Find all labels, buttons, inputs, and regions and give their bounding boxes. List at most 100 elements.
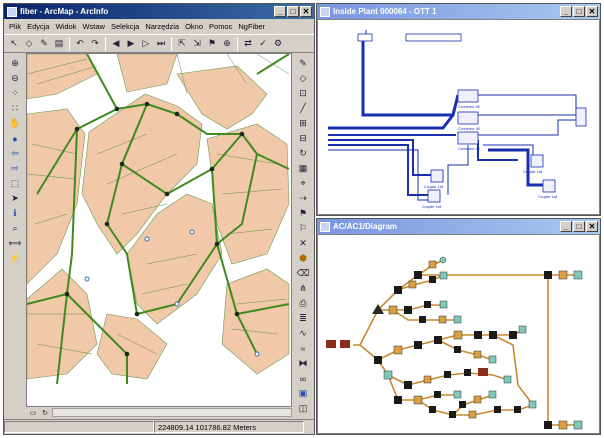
diagram-node: [453, 390, 462, 399]
export-icon[interactable]: ⇱: [175, 37, 189, 51]
diagram-node: [459, 401, 466, 408]
maximize-button[interactable]: □: [573, 221, 585, 232]
diagram-node: [438, 315, 447, 324]
identify-icon[interactable]: ⊕: [220, 37, 234, 51]
pencil-icon[interactable]: ✎: [37, 37, 51, 51]
info-icon[interactable]: ℹ: [8, 207, 22, 220]
network-diagram[interactable]: [318, 235, 600, 434]
schematic-diagram[interactable]: Connector 48 Connector 48 Connector 48 C…: [318, 20, 600, 215]
menu-selection[interactable]: Selekcja: [108, 22, 142, 31]
trace-icon[interactable]: ⇢: [296, 192, 310, 205]
loop-icon[interactable]: ∞: [296, 372, 310, 385]
diagram-node: [414, 341, 422, 349]
network-node: [119, 161, 125, 167]
highlight-icon[interactable]: ▣: [296, 387, 310, 400]
flag-junction-icon[interactable]: ⚑: [296, 207, 310, 220]
snap-icon[interactable]: ⌖: [296, 177, 310, 190]
diagram-edge: [492, 334, 534, 406]
split-icon[interactable]: ⊟: [296, 132, 310, 145]
close-button[interactable]: ✕: [586, 221, 598, 232]
hyperlink-icon[interactable]: ⚡: [8, 252, 22, 265]
select-arrow-icon[interactable]: ↖: [7, 37, 21, 51]
forward-extent-icon[interactable]: ⇨: [8, 162, 22, 175]
minimize-button[interactable]: _: [274, 6, 286, 17]
edit-line-icon[interactable]: ╱: [296, 102, 310, 115]
pan-icon[interactable]: ✋: [8, 117, 22, 130]
refresh-icon[interactable]: ↻: [40, 408, 50, 417]
sketch-icon[interactable]: ◇: [296, 72, 310, 85]
import-icon[interactable]: ⇲: [190, 37, 204, 51]
diagram-node: [439, 300, 448, 309]
menu-file[interactable]: Plik: [6, 22, 24, 31]
maximize-button[interactable]: □: [573, 6, 585, 17]
fixed-zoom-in-icon[interactable]: ⁘: [8, 87, 22, 100]
network-node: [209, 166, 215, 172]
diagram-canvas[interactable]: [317, 234, 600, 434]
rotate-icon[interactable]: ↻: [296, 147, 310, 160]
flag-edge-icon[interactable]: ⚐: [296, 222, 310, 235]
diagram-node: [429, 276, 436, 283]
select-features-icon[interactable]: ⬚: [8, 177, 22, 190]
layer-icon[interactable]: ▤: [52, 37, 66, 51]
horizontal-scrollbar[interactable]: [52, 408, 292, 417]
segment-icon[interactable]: ⊞: [296, 117, 310, 130]
menu-window[interactable]: Okno: [182, 22, 206, 31]
inside-plant-titlebar[interactable]: Inside Plant 000064 - OTT 1 _ □ ✕: [317, 4, 600, 19]
back-icon[interactable]: ◀: [109, 37, 123, 51]
maximize-button[interactable]: □: [287, 6, 299, 17]
editor-icon[interactable]: ✎: [296, 57, 310, 70]
fiber-icon[interactable]: ∿: [296, 327, 310, 340]
access-point: [174, 301, 180, 307]
print-icon[interactable]: ⎙: [296, 297, 310, 310]
menu-edit[interactable]: Edycja: [24, 22, 53, 31]
flag-icon[interactable]: ⚑: [205, 37, 219, 51]
fixed-zoom-out-icon[interactable]: ∷: [8, 102, 22, 115]
splice-icon[interactable]: ⧓: [296, 357, 310, 370]
pointer-icon[interactable]: ➤: [8, 192, 22, 205]
close-button[interactable]: ✕: [586, 6, 598, 17]
network-icon[interactable]: ⋔: [296, 282, 310, 295]
zoom-out-icon[interactable]: ⊖: [8, 72, 22, 85]
next-icon[interactable]: ▷: [139, 37, 153, 51]
diagram-node: [413, 395, 423, 405]
coupler-label: Coupler 1x8: [523, 170, 542, 174]
solve-icon[interactable]: ✓: [256, 37, 270, 51]
diagram-titlebar[interactable]: AC/AC1/Diagram _ □ ✕: [317, 219, 600, 234]
menu-view[interactable]: Widok: [53, 22, 80, 31]
globe-icon[interactable]: ●: [8, 132, 22, 145]
minimize-button[interactable]: _: [560, 6, 572, 17]
forward-icon[interactable]: ▶: [124, 37, 138, 51]
menu-help[interactable]: Pomoc: [206, 22, 235, 31]
menu-ngfiber[interactable]: NgFiber: [235, 22, 268, 31]
measure-icon[interactable]: ⟺: [8, 237, 22, 250]
redo-icon[interactable]: ↷: [88, 37, 102, 51]
menu-insert[interactable]: Wstaw: [79, 22, 108, 31]
vertex-icon[interactable]: ⊡: [296, 87, 310, 100]
find-icon[interactable]: ⌕: [8, 222, 22, 235]
arcmap-titlebar[interactable]: fiber - ArcMap - ArcInfo _ □ ✕: [4, 4, 314, 19]
settings-icon[interactable]: ⚙: [271, 37, 285, 51]
cable-icon[interactable]: ≈: [296, 342, 310, 355]
trace-icon[interactable]: ⇄: [241, 37, 255, 51]
edit-vertex-icon[interactable]: ◇: [22, 37, 36, 51]
menu-tools[interactable]: Narzędzia: [142, 22, 182, 31]
view-icon[interactable]: ◫: [296, 402, 310, 415]
zoom-in-icon[interactable]: ⊕: [8, 57, 22, 70]
diagram-node: [439, 271, 448, 280]
undo-icon[interactable]: ↶: [73, 37, 87, 51]
report-icon[interactable]: ≣: [296, 312, 310, 325]
minimize-button[interactable]: _: [560, 221, 572, 232]
map-canvas[interactable]: [27, 54, 292, 385]
clear-icon[interactable]: ⌫: [296, 267, 310, 280]
network-node: [114, 106, 120, 112]
layout-view-icon[interactable]: ▭: [28, 408, 38, 417]
attributes-icon[interactable]: ▦: [296, 162, 310, 175]
barrier-icon[interactable]: ✕: [296, 237, 310, 250]
last-icon[interactable]: ⏭: [154, 37, 168, 51]
inside-plant-canvas[interactable]: Connector 48 Connector 48 Connector 48 C…: [317, 19, 600, 215]
map-view[interactable]: [26, 53, 292, 407]
diagram-nodes: [326, 256, 583, 430]
solve-icon[interactable]: ⬢: [296, 252, 310, 265]
back-extent-icon[interactable]: ⇦: [8, 147, 22, 160]
close-button[interactable]: ✕: [300, 6, 312, 17]
